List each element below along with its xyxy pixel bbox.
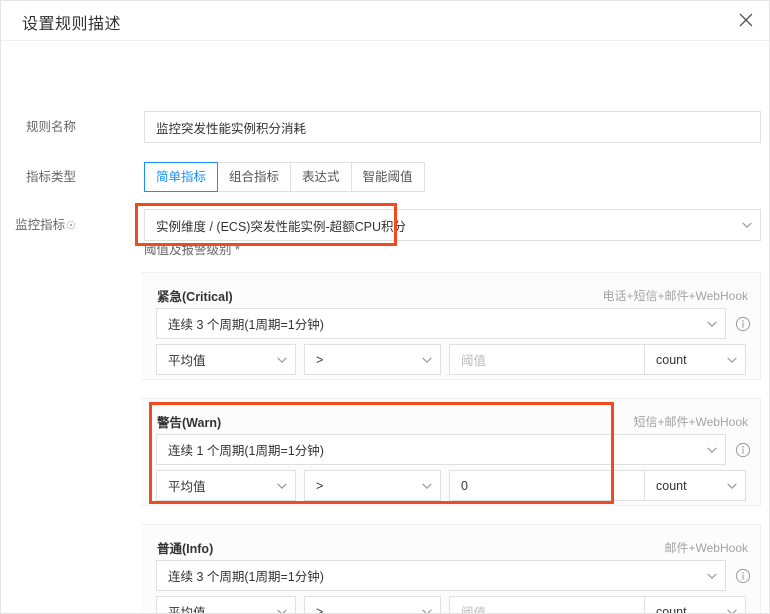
aggregation-select-critical[interactable]: 平均值 [156, 344, 296, 375]
tab-composite-metric[interactable]: 组合指标 [218, 162, 292, 192]
dialog-header: 设置规则描述 [1, 1, 769, 41]
tab-expression[interactable]: 表达式 [291, 162, 352, 192]
rule-name-label: 规则名称 [25, 120, 76, 134]
info-circle-icon[interactable] [735, 568, 751, 584]
period-value-info: 连续 3 个周期(1周期=1分钟) [168, 570, 324, 584]
unit-value-critical: count [656, 352, 687, 367]
level-notify-info: 邮件+WebHook [664, 541, 748, 555]
unit-value-warn: count [656, 478, 687, 493]
chevron-down-icon [719, 480, 745, 492]
chevron-down-icon [269, 606, 295, 613]
required-mark: * [235, 243, 240, 257]
comparison-value-warn: > [316, 478, 324, 493]
chevron-down-icon [699, 444, 725, 456]
tab-smart-threshold[interactable]: 智能阈值 [351, 162, 425, 192]
rule-name-value: 监控突发性能实例积分消耗 [156, 121, 307, 136]
period-select-critical[interactable]: 连续 3 个周期(1周期=1分钟) [156, 308, 726, 339]
set-rule-description-dialog: 设置规则描述 规则名称 监控突发性能实例积分消耗 指标类型 简单指标 组合指标 … [0, 0, 770, 614]
level-card-critical: 紧急(Critical) 电话+短信+邮件+WebHook 连续 3 个周期(1… [141, 272, 761, 380]
chevron-down-icon [734, 219, 760, 231]
comparison-value-critical: > [316, 352, 324, 367]
period-value-warn: 连续 1 个周期(1周期=1分钟) [168, 444, 324, 458]
threshold-input-warn[interactable]: 0 [449, 470, 647, 501]
chevron-down-icon [414, 354, 440, 366]
level-card-info: 普通(Info) 邮件+WebHook 连续 3 个周期(1周期=1分钟) 平均… [141, 524, 761, 614]
chevron-down-icon [269, 354, 295, 366]
metric-type-label: 指标类型 [25, 170, 76, 184]
unit-select-warn[interactable]: count [644, 470, 746, 501]
monitor-metric-label: 监控指标☉ [1, 217, 76, 234]
comparison-value-info: > [316, 604, 324, 614]
monitor-metric-value: 实例维度 / (ECS)突发性能实例-超额CPU积分 [156, 219, 407, 234]
level-card-warn: 警告(Warn) 短信+邮件+WebHook 连续 1 个周期(1周期=1分钟)… [141, 398, 761, 506]
level-name-critical: 紧急(Critical) [157, 290, 233, 304]
unit-value-info: count [656, 604, 687, 614]
dialog-body: 规则名称 监控突发性能实例积分消耗 指标类型 简单指标 组合指标 表达式 智能阈… [1, 41, 769, 613]
chevron-down-icon [699, 570, 725, 582]
aggregation-value-warn: 平均值 [168, 480, 206, 494]
rule-name-input[interactable]: 监控突发性能实例积分消耗 [144, 111, 761, 143]
threshold-placeholder-info: 阈值 [461, 606, 487, 614]
close-icon[interactable] [735, 9, 757, 31]
threshold-input-info[interactable]: 阈值 [449, 596, 647, 614]
unit-select-critical[interactable]: count [644, 344, 746, 375]
aggregation-select-info[interactable]: 平均值 [156, 596, 296, 614]
question-circle-icon[interactable]: ☉ [66, 220, 76, 232]
period-value-critical: 连续 3 个周期(1周期=1分钟) [168, 318, 324, 332]
threshold-placeholder-critical: 阈值 [461, 354, 487, 368]
comparison-select-info[interactable]: > [304, 596, 441, 614]
threshold-section-label: 阈值及报警级别 * [144, 239, 240, 258]
chevron-down-icon [719, 354, 745, 366]
chevron-down-icon [699, 318, 725, 330]
metric-type-tabs: 简单指标 组合指标 表达式 智能阈值 [144, 162, 425, 192]
period-select-warn[interactable]: 连续 1 个周期(1周期=1分钟) [156, 434, 726, 465]
comparison-select-critical[interactable]: > [304, 344, 441, 375]
level-name-warn: 警告(Warn) [157, 416, 222, 430]
level-name-info: 普通(Info) [157, 542, 214, 556]
level-notify-critical: 电话+短信+邮件+WebHook [602, 289, 749, 303]
chevron-down-icon [269, 480, 295, 492]
aggregation-value-info: 平均值 [168, 606, 206, 614]
chevron-down-icon [414, 606, 440, 613]
period-select-info[interactable]: 连续 3 个周期(1周期=1分钟) [156, 560, 726, 591]
aggregation-value-critical: 平均值 [168, 354, 206, 368]
info-circle-icon[interactable] [735, 442, 751, 458]
threshold-input-critical[interactable]: 阈值 [449, 344, 647, 375]
monitor-metric-select[interactable]: 实例维度 / (ECS)突发性能实例-超额CPU积分 [144, 209, 761, 241]
page-title: 设置规则描述 [22, 16, 122, 33]
tab-simple-metric[interactable]: 简单指标 [144, 162, 219, 192]
threshold-section-label-text: 阈值及报警级别 [144, 243, 232, 257]
threshold-value-warn: 0 [461, 478, 468, 493]
unit-select-info[interactable]: count [644, 596, 746, 614]
chevron-down-icon [719, 606, 745, 613]
monitor-metric-label-text: 监控指标 [15, 218, 66, 232]
info-circle-icon[interactable] [735, 316, 751, 332]
comparison-select-warn[interactable]: > [304, 470, 441, 501]
chevron-down-icon [414, 480, 440, 492]
level-notify-warn: 短信+邮件+WebHook [633, 415, 749, 429]
aggregation-select-warn[interactable]: 平均值 [156, 470, 296, 501]
